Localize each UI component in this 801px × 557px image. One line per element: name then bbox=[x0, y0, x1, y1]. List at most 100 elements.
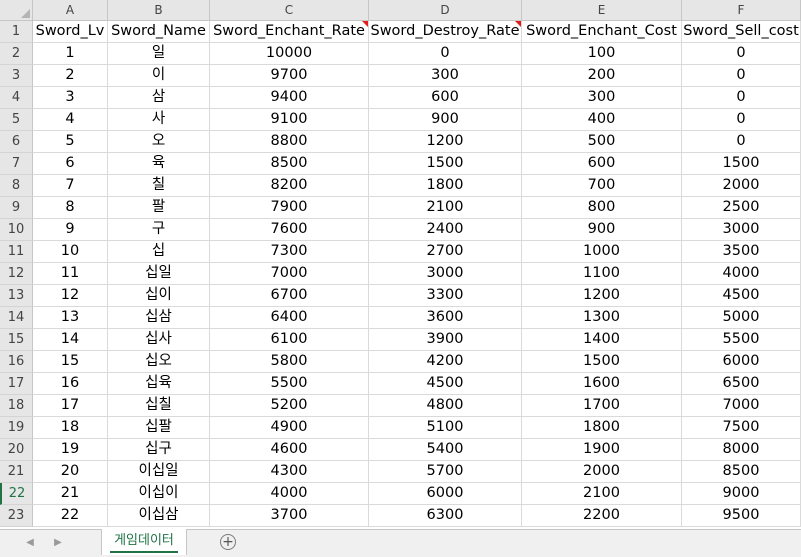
data-cell[interactable]: 9000 bbox=[682, 483, 801, 505]
row-header-16[interactable]: 16 bbox=[0, 351, 33, 373]
data-cell[interactable]: 5400 bbox=[369, 439, 522, 461]
row-header-15[interactable]: 15 bbox=[0, 329, 33, 351]
row-header-1[interactable]: 1 bbox=[0, 21, 33, 43]
data-cell[interactable]: 13 bbox=[33, 307, 108, 329]
data-cell[interactable]: 9400 bbox=[210, 87, 369, 109]
data-cell[interactable]: 2400 bbox=[369, 219, 522, 241]
data-cell[interactable]: 6 bbox=[33, 153, 108, 175]
data-cell[interactable]: 5200 bbox=[210, 395, 369, 417]
spreadsheet-grid[interactable]: A B C D E F 1 2 3 4 5 6 7 8 9 10 11 12 13 14 15 16 17 18 19 20 21 2… bbox=[0, 0, 801, 529]
data-cell[interactable]: 0 bbox=[682, 65, 801, 87]
data-cell[interactable]: 6700 bbox=[210, 285, 369, 307]
data-cell[interactable]: 1500 bbox=[522, 351, 682, 373]
data-cell[interactable]: 1900 bbox=[522, 439, 682, 461]
data-cell[interactable]: 5 bbox=[33, 131, 108, 153]
data-cell[interactable]: 삼 bbox=[108, 87, 210, 109]
data-cell[interactable]: 2700 bbox=[369, 241, 522, 263]
data-cell[interactable]: 15 bbox=[33, 351, 108, 373]
data-cell[interactable]: 4000 bbox=[210, 483, 369, 505]
data-cell[interactable]: 7000 bbox=[682, 395, 801, 417]
data-cell[interactable]: 3000 bbox=[369, 263, 522, 285]
data-cell[interactable]: 1500 bbox=[682, 153, 801, 175]
row-header-4[interactable]: 4 bbox=[0, 87, 33, 109]
data-cell[interactable]: 4000 bbox=[682, 263, 801, 285]
data-cell[interactable]: 700 bbox=[522, 175, 682, 197]
data-cell[interactable]: 300 bbox=[522, 87, 682, 109]
data-cell[interactable]: 이십이 bbox=[108, 483, 210, 505]
data-cell[interactable]: 4500 bbox=[369, 373, 522, 395]
data-cell[interactable]: 300 bbox=[369, 65, 522, 87]
data-cell[interactable]: 2000 bbox=[682, 175, 801, 197]
select-all-button[interactable] bbox=[0, 0, 33, 21]
data-cell[interactable]: 1 bbox=[33, 43, 108, 65]
data-cell[interactable]: 9700 bbox=[210, 65, 369, 87]
scroll-next-sheet-icon[interactable]: ▶ bbox=[50, 535, 66, 551]
row-header-2[interactable]: 2 bbox=[0, 43, 33, 65]
data-cell[interactable]: 21 bbox=[33, 483, 108, 505]
data-cell[interactable]: 3900 bbox=[369, 329, 522, 351]
data-cell[interactable]: 2100 bbox=[522, 483, 682, 505]
header-cell[interactable]: Sword_Lv bbox=[33, 21, 108, 43]
data-cell[interactable]: 4200 bbox=[369, 351, 522, 373]
column-header-c[interactable]: C bbox=[210, 0, 369, 21]
data-cell[interactable]: 9500 bbox=[682, 505, 801, 527]
row-header-10[interactable]: 10 bbox=[0, 219, 33, 241]
data-cell[interactable]: 이 bbox=[108, 65, 210, 87]
data-cell[interactable]: 팔 bbox=[108, 197, 210, 219]
data-cell[interactable]: 2 bbox=[33, 65, 108, 87]
row-header-11[interactable]: 11 bbox=[0, 241, 33, 263]
data-cell[interactable]: 5500 bbox=[210, 373, 369, 395]
data-cell[interactable]: 십일 bbox=[108, 263, 210, 285]
data-cell[interactable]: 0 bbox=[682, 109, 801, 131]
data-cell[interactable]: 일 bbox=[108, 43, 210, 65]
row-header-14[interactable]: 14 bbox=[0, 307, 33, 329]
data-cell[interactable]: 1000 bbox=[522, 241, 682, 263]
data-cell[interactable]: 5100 bbox=[369, 417, 522, 439]
row-header-17[interactable]: 17 bbox=[0, 373, 33, 395]
data-cell[interactable]: 7900 bbox=[210, 197, 369, 219]
row-header-6[interactable]: 6 bbox=[0, 131, 33, 153]
data-cell[interactable]: 100 bbox=[522, 43, 682, 65]
data-cell[interactable]: 십구 bbox=[108, 439, 210, 461]
data-cell[interactable]: 6400 bbox=[210, 307, 369, 329]
data-cell[interactable]: 4300 bbox=[210, 461, 369, 483]
data-cell[interactable]: 8200 bbox=[210, 175, 369, 197]
data-cell[interactable]: 22 bbox=[33, 505, 108, 527]
data-cell[interactable]: 2100 bbox=[369, 197, 522, 219]
data-cell[interactable]: 600 bbox=[369, 87, 522, 109]
data-cell[interactable]: 2500 bbox=[682, 197, 801, 219]
data-cell[interactable]: 5500 bbox=[682, 329, 801, 351]
data-cell[interactable]: 십사 bbox=[108, 329, 210, 351]
data-cell[interactable]: 육 bbox=[108, 153, 210, 175]
data-cell[interactable]: 십이 bbox=[108, 285, 210, 307]
data-cell[interactable]: 7 bbox=[33, 175, 108, 197]
row-header-12[interactable]: 12 bbox=[0, 263, 33, 285]
row-header-21[interactable]: 21 bbox=[0, 461, 33, 483]
data-cell[interactable]: 1200 bbox=[522, 285, 682, 307]
row-header-9[interactable]: 9 bbox=[0, 197, 33, 219]
data-cell[interactable]: 5800 bbox=[210, 351, 369, 373]
column-header-f[interactable]: F bbox=[682, 0, 801, 21]
new-sheet-icon[interactable]: + bbox=[220, 534, 236, 550]
data-cell[interactable]: 2200 bbox=[522, 505, 682, 527]
data-cell[interactable]: 4600 bbox=[210, 439, 369, 461]
data-cell[interactable]: 20 bbox=[33, 461, 108, 483]
data-cell[interactable]: 16 bbox=[33, 373, 108, 395]
data-cell[interactable]: 8800 bbox=[210, 131, 369, 153]
row-header-20[interactable]: 20 bbox=[0, 439, 33, 461]
column-header-e[interactable]: E bbox=[522, 0, 682, 21]
data-cell[interactable]: 십팔 bbox=[108, 417, 210, 439]
row-header-7[interactable]: 7 bbox=[0, 153, 33, 175]
data-cell[interactable]: 900 bbox=[522, 219, 682, 241]
column-header-b[interactable]: B bbox=[108, 0, 210, 21]
data-cell[interactable]: 오 bbox=[108, 131, 210, 153]
data-cell[interactable]: 7600 bbox=[210, 219, 369, 241]
data-cell[interactable]: 6000 bbox=[369, 483, 522, 505]
data-cell[interactable]: 0 bbox=[682, 131, 801, 153]
column-header-d[interactable]: D bbox=[369, 0, 522, 21]
header-cell[interactable]: Sword_Enchant_Rate bbox=[210, 21, 369, 43]
data-cell[interactable]: 6300 bbox=[369, 505, 522, 527]
comment-indicator-icon[interactable] bbox=[515, 21, 521, 27]
data-cell[interactable]: 800 bbox=[522, 197, 682, 219]
data-cell[interactable]: 이십삼 bbox=[108, 505, 210, 527]
